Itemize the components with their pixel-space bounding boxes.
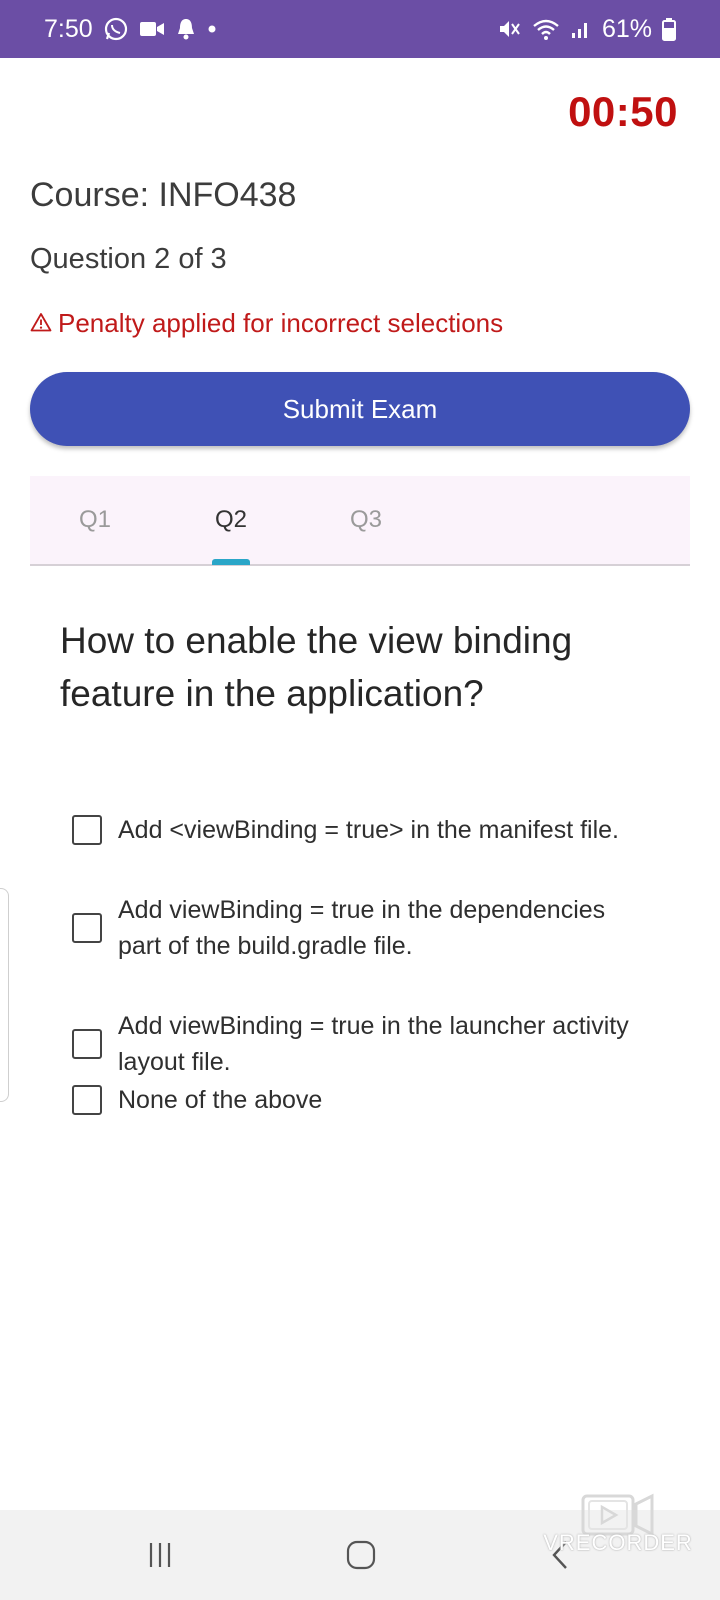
- recorder-watermark: VRECORDER: [538, 1488, 698, 1568]
- submit-exam-button[interactable]: Submit Exam: [30, 372, 690, 446]
- option-2[interactable]: Add viewBinding = true in the dependenci…: [72, 892, 638, 964]
- option-2-checkbox[interactable]: [72, 913, 102, 943]
- battery-icon: [662, 17, 676, 41]
- option-4[interactable]: None of the above: [72, 1082, 638, 1118]
- warning-icon: [30, 308, 52, 339]
- option-3[interactable]: Add viewBinding = true in the launcher a…: [72, 1008, 638, 1080]
- status-bar: 7:50 61%: [0, 0, 720, 58]
- question-text: How to enable the view binding feature i…: [60, 620, 573, 714]
- dot-icon: [207, 24, 217, 34]
- recent-apps-icon: [149, 1543, 171, 1567]
- option-2-text: Add viewBinding = true in the dependenci…: [118, 896, 606, 960]
- option-3-text: Add viewBinding = true in the launcher a…: [118, 1012, 629, 1076]
- tab-q1[interactable]: Q1: [60, 506, 130, 534]
- mute-icon: [498, 18, 522, 40]
- home-button[interactable]: [331, 1532, 391, 1578]
- question-counter: Question 2 of 3: [30, 243, 227, 275]
- notification-bell-icon: [175, 17, 197, 41]
- course-title: Course: INFO438: [30, 176, 297, 214]
- signal-icon: [570, 18, 592, 40]
- recent-apps-button[interactable]: [130, 1532, 190, 1578]
- penalty-warning: Penalty applied for incorrect selections: [30, 308, 503, 339]
- option-1-checkbox[interactable]: [72, 815, 102, 845]
- status-time: 7:50: [44, 14, 93, 43]
- option-1[interactable]: Add <viewBinding = true> in the manifest…: [72, 812, 638, 848]
- exam-timer: 00:50: [568, 88, 678, 135]
- video-call-icon: [139, 19, 165, 39]
- tab-q2[interactable]: Q2: [196, 506, 266, 534]
- option-1-text: Add <viewBinding = true> in the manifest…: [118, 816, 619, 844]
- whatsapp-icon: [103, 16, 129, 42]
- edge-panel-handle[interactable]: [0, 888, 9, 1102]
- wifi-icon: [532, 17, 560, 41]
- option-4-text: None of the above: [118, 1086, 323, 1114]
- option-4-checkbox[interactable]: [72, 1085, 102, 1115]
- submit-exam-label: Submit Exam: [282, 393, 438, 424]
- home-icon: [346, 1540, 376, 1570]
- tab-q3[interactable]: Q3: [331, 506, 401, 534]
- watermark-text: VRECORDER: [543, 1530, 693, 1555]
- option-3-checkbox[interactable]: [72, 1029, 102, 1059]
- active-tab-indicator: [212, 559, 250, 565]
- penalty-text: Penalty applied for incorrect selections: [58, 308, 504, 338]
- battery-percent: 61%: [601, 14, 652, 43]
- question-tabs: Q1 Q2 Q3: [30, 476, 690, 566]
